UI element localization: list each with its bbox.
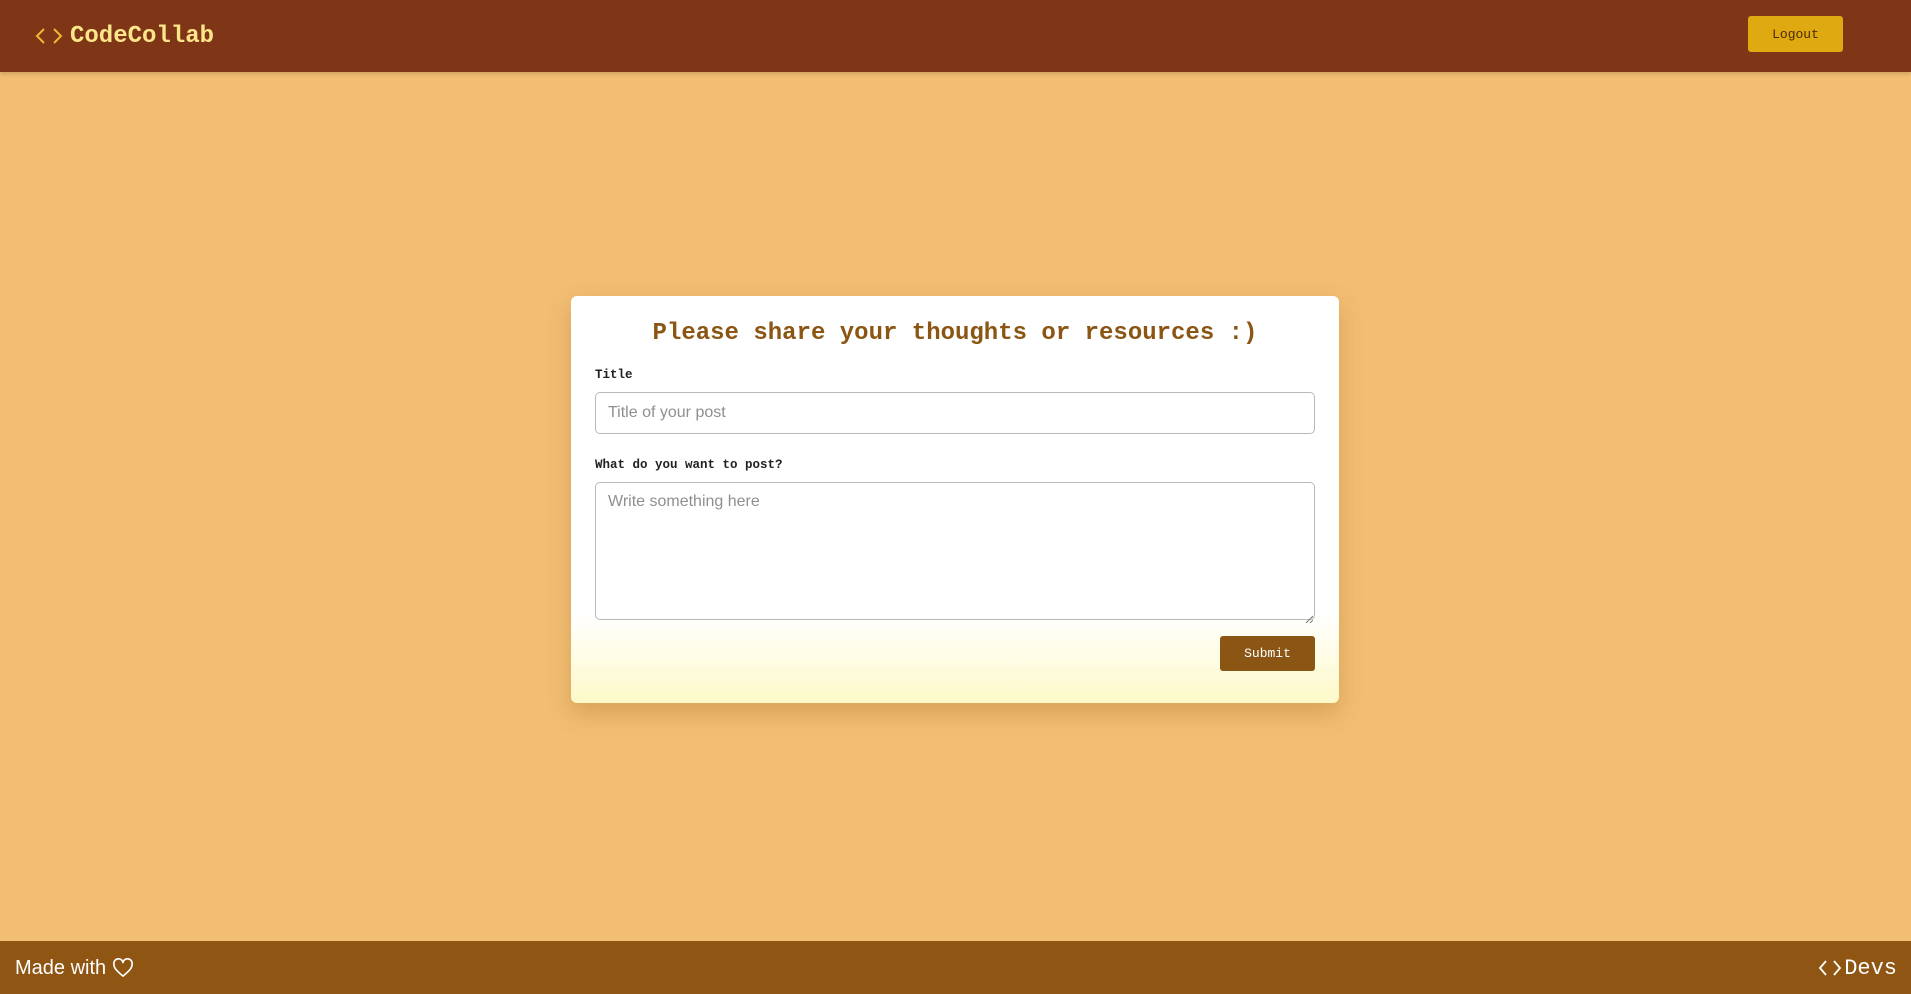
made-with: Made with [15,956,134,980]
code-brackets-icon [1818,959,1842,977]
navbar: CodeCollab Logout [0,0,1911,72]
code-brackets-icon [34,26,64,46]
made-with-text: Made with [15,956,107,979]
title-input[interactable] [595,392,1315,434]
brand-name: CodeCollab [70,22,215,50]
devs-logo[interactable]: Devs [1818,955,1897,981]
devs-text: Devs [1844,955,1897,981]
resize-handle-icon[interactable] [1305,610,1314,624]
brand-logo[interactable]: CodeCollab [34,20,214,52]
title-label: Title [595,368,633,382]
footer: Made with Devs [0,941,1911,994]
submit-button[interactable]: Submit [1220,636,1315,671]
heart-icon [112,958,134,978]
form-heading: Please share your thoughts or resources … [652,320,1258,347]
logout-button[interactable]: Logout [1748,16,1843,52]
post-form-card: Please share your thoughts or resources … [571,296,1339,703]
post-body-textarea[interactable] [595,482,1315,620]
post-body-label: What do you want to post? [595,458,783,472]
